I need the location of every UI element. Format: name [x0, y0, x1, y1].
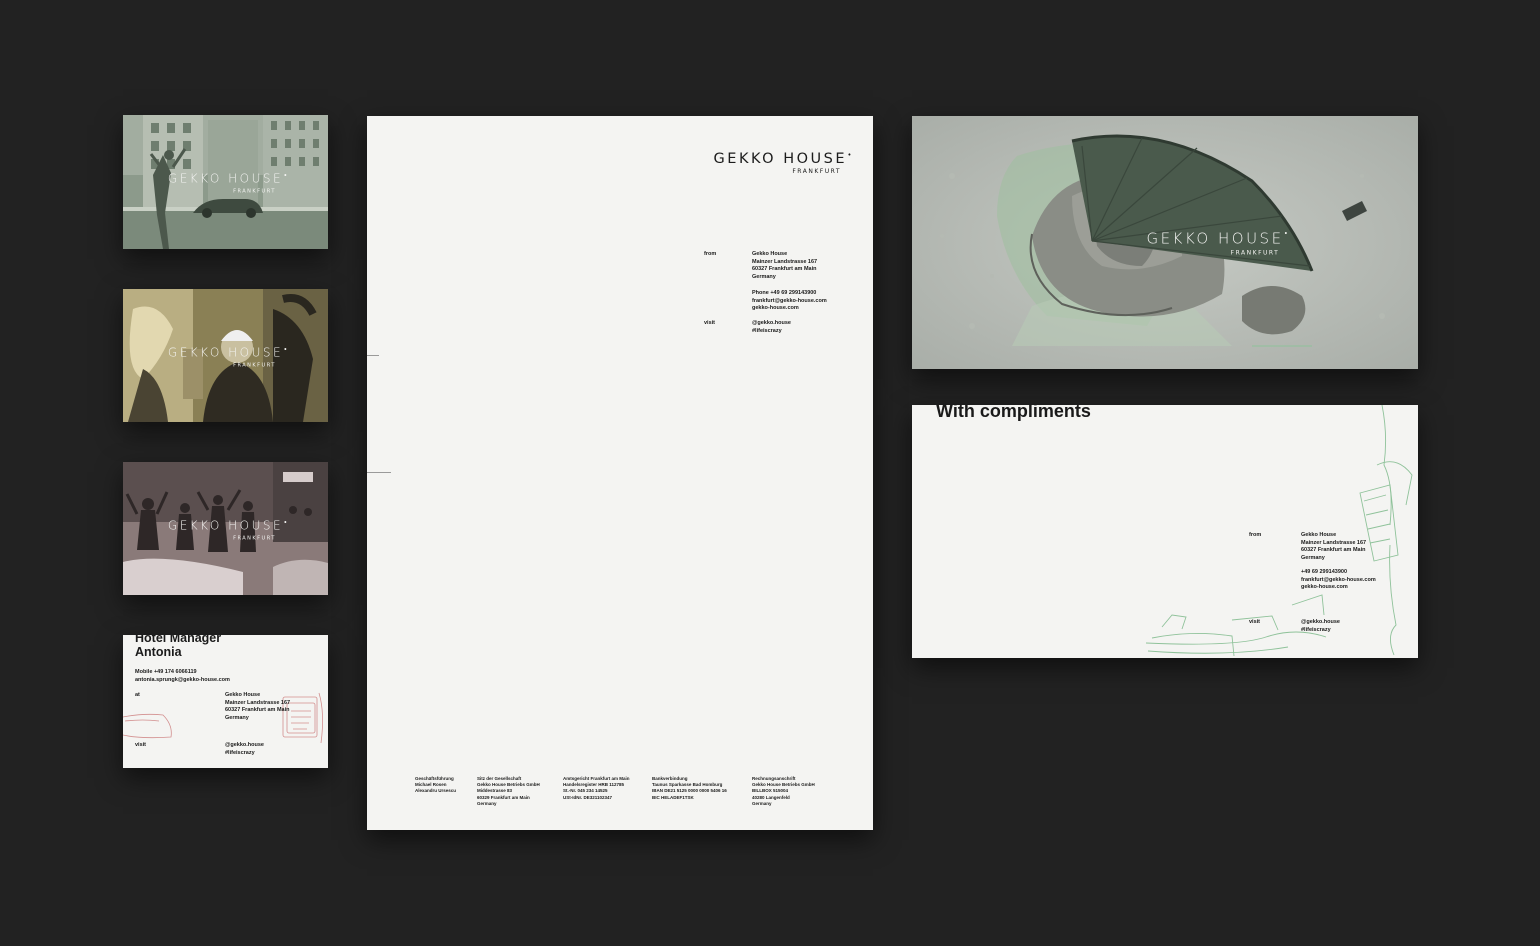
fold-mark-top [367, 355, 379, 356]
brand-mark: • [847, 151, 854, 159]
brand-logo: GEKKO HOUSE • FRANKFURT [123, 516, 328, 541]
brand-mark: • [284, 345, 290, 353]
footer-register-court: Amtsgericht Frankfurt am Main Handelsreg… [563, 776, 630, 800]
letterhead: GEKKO HOUSE • FRANKFURT from Gekko House … [367, 116, 873, 830]
brand-city: FRANKFURT [792, 168, 841, 175]
compliment-card-back: With compliments from Gekko House Mainze… [912, 405, 1418, 658]
brand-mark: • [284, 518, 290, 526]
brand-logo: GEKKO HOUSE • FRANKFURT [123, 170, 328, 195]
card-email: antonia.sprungk@gekko-house.com [135, 677, 230, 683]
brand-city: FRANKFURT [233, 535, 276, 541]
letterhead-contact: Phone +49 69 299143900 frankfurt@gekko-h… [752, 290, 827, 312]
card-social: @gekko.house #lifeiscrazy [225, 742, 264, 756]
letterhead-from-label: from [704, 251, 717, 257]
card-mobile: Mobile +49 174 6066119 [135, 669, 197, 675]
letterhead-visit-label: visit [704, 320, 716, 326]
business-card-back: Hotel Manager Antonia Mobile +49 174 606… [123, 635, 328, 768]
footer-registered-office: Sitz der Gesellschaft Gekko House Betrie… [477, 776, 540, 806]
footer-management: Geschäftsführung Michael Rosen Alexandru… [415, 776, 457, 794]
compliments-contact: +49 69 299143900 frankfurt@gekko-house.c… [1301, 569, 1376, 591]
compliments-visit-label: visit [1249, 619, 1261, 625]
brand-city: FRANKFURT [233, 188, 276, 195]
brand-logo: GEKKO HOUSE • FRANKFURT [912, 229, 1418, 256]
compliments-title: With compliments [936, 405, 1091, 421]
brand-city: FRANKFURT [1230, 249, 1280, 256]
card-person-name: Antonia [135, 645, 182, 659]
business-card-front-party: GEKKO HOUSE • FRANKFURT [123, 462, 328, 595]
brand-mark: • [284, 171, 290, 180]
fold-mark-bottom [367, 472, 391, 473]
compliment-card-front: GEKKO HOUSE • FRANKFURT [912, 116, 1418, 369]
letterhead-address: Gekko House Mainzer Landstrasse 167 6032… [752, 251, 818, 280]
compliments-address: Gekko House Mainzer Landstrasse 167 6032… [1301, 532, 1367, 561]
brand-name: GEKKO HOUSE [167, 345, 284, 359]
brand-name: GEKKO HOUSE [167, 171, 284, 186]
card-at-label: at [135, 692, 140, 698]
brand-name: GEKKO HOUSE [167, 518, 284, 532]
brand-name: GEKKO HOUSE [1146, 229, 1284, 247]
footer-bank-details: Bankverbindung Taunus Sparkasse Bad Homb… [652, 776, 727, 800]
card-address: Gekko House Mainzer Landstrasse 167 6032… [225, 692, 291, 721]
letterhead-logo: GEKKO HOUSE • FRANKFURT [687, 150, 852, 175]
letterhead-social: @gekko.house #lifeiscrazy [752, 320, 791, 334]
brand-name: GEKKO HOUSE [713, 151, 847, 167]
card-visit-label: visit [135, 742, 147, 748]
compliments-from-label: from [1249, 532, 1262, 538]
compliments-social: @gekko.house #lifeiscrazy [1301, 619, 1340, 633]
business-card-front-street: GEKKO HOUSE • FRANKFURT [123, 115, 328, 249]
brand-mark: • [1284, 229, 1290, 237]
card-title: Hotel Manager [135, 635, 222, 645]
business-card-front-portrait: GEKKO HOUSE • FRANKFURT [123, 289, 328, 422]
footer-billing-address: Rechnungsanschrift Gekko House Betriebs … [752, 776, 815, 806]
brand-city: FRANKFURT [233, 362, 276, 368]
brand-logo: GEKKO HOUSE • FRANKFURT [123, 343, 328, 368]
